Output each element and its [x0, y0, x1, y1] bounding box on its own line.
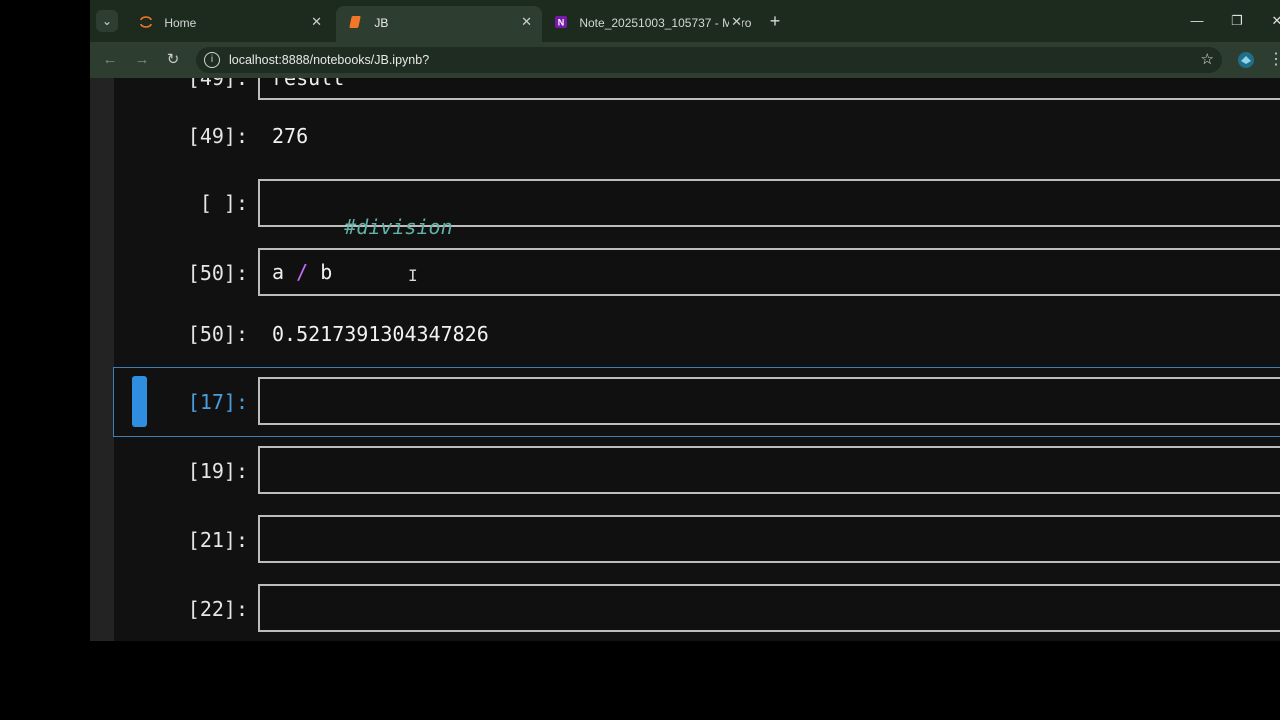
- notebook-icon: [349, 15, 361, 28]
- cell-code: a / b: [272, 260, 332, 284]
- reload-button[interactable]: ↻: [161, 48, 185, 72]
- close-icon[interactable]: ✕: [311, 8, 322, 36]
- restore-icon: ❐: [1231, 13, 1243, 28]
- output-prompt: [50]:: [187, 322, 248, 346]
- output-prompt: [49]:: [187, 124, 248, 148]
- notebook-area: [49]: result [49]: 276 [ ]: #division [5…: [90, 78, 1280, 641]
- text-cursor-icon: I: [408, 266, 418, 285]
- plus-icon: +: [769, 11, 781, 31]
- back-button[interactable]: ←: [98, 48, 122, 72]
- forward-button[interactable]: →: [130, 48, 154, 72]
- code-token: b: [320, 260, 333, 284]
- code-cell-input[interactable]: [258, 377, 1280, 425]
- code-cell-input[interactable]: [258, 584, 1280, 632]
- cell-prompt: [50]:: [187, 261, 248, 285]
- code-token: a: [272, 260, 285, 284]
- minimize-icon: —: [1190, 13, 1204, 28]
- more-vertical-icon: ⋮: [1268, 51, 1280, 68]
- code-cell-input[interactable]: [258, 515, 1280, 563]
- close-icon[interactable]: ✕: [521, 6, 532, 38]
- cell-prompt: [21]:: [187, 528, 248, 552]
- arrow-left-icon: ←: [102, 51, 118, 68]
- left-gutter: [90, 78, 114, 641]
- close-icon[interactable]: ✕: [729, 8, 742, 36]
- tab-home[interactable]: Home ✕: [126, 8, 332, 36]
- tab-label: Note_20251003_105737 - Micro: [579, 15, 752, 30]
- browser-window: ⌄ Home ✕ JB ✕ N Note_20251003_105737 - M…: [90, 0, 1280, 641]
- onenote-icon: N: [555, 15, 567, 28]
- browser-toolbar: ← → ↻ i localhost:8888/notebooks/JB.ipyn…: [90, 42, 1280, 78]
- tab-label: JB: [374, 15, 389, 30]
- extension-icon[interactable]: [1237, 51, 1255, 69]
- code-cell-input[interactable]: [258, 78, 1280, 100]
- cell-prompt: [ ]:: [199, 191, 248, 215]
- active-cell-indicator[interactable]: [132, 376, 147, 427]
- star-icon[interactable]: ☆: [1201, 47, 1214, 73]
- window-close-button[interactable]: ✕: [1262, 8, 1280, 34]
- address-bar[interactable]: i localhost:8888/notebooks/JB.ipynb? ☆: [196, 47, 1222, 73]
- chevron-down-icon: ⌄: [101, 14, 113, 28]
- jupyter-logo-icon: [140, 16, 152, 28]
- tab-label: Home: [164, 15, 197, 30]
- cell-code: result: [272, 78, 345, 90]
- code-operator: /: [296, 260, 309, 284]
- restore-button[interactable]: ❐: [1222, 8, 1252, 34]
- code-cell-input[interactable]: [258, 446, 1280, 494]
- reload-icon: ↻: [166, 51, 180, 68]
- arrow-right-icon: →: [134, 51, 150, 68]
- code-comment: #division: [344, 215, 453, 239]
- close-icon: ✕: [1271, 13, 1280, 28]
- site-info-icon[interactable]: i: [204, 52, 220, 68]
- cell-output: 276: [272, 124, 309, 148]
- cell-prompt: [49]:: [187, 78, 248, 90]
- tab-onenote[interactable]: N Note_20251003_105737 - Micro ✕: [541, 8, 752, 36]
- svg-text:N: N: [558, 17, 565, 27]
- tab-strip: ⌄ Home ✕ JB ✕ N Note_20251003_105737 - M…: [90, 0, 1280, 42]
- minimize-button[interactable]: —: [1182, 8, 1212, 34]
- browser-menu-button[interactable]: ⋮: [1268, 48, 1280, 72]
- new-tab-button[interactable]: +: [762, 8, 788, 34]
- cell-prompt: [22]:: [187, 597, 248, 621]
- tab-jb[interactable]: JB ✕: [336, 6, 542, 42]
- cell-prompt: [17]:: [187, 390, 248, 414]
- cell-prompt: [19]:: [187, 459, 248, 483]
- cell-output: 0.5217391304347826: [272, 322, 489, 346]
- address-text: localhost:8888/notebooks/JB.ipynb?: [229, 53, 430, 67]
- tab-search-button[interactable]: ⌄: [96, 10, 118, 32]
